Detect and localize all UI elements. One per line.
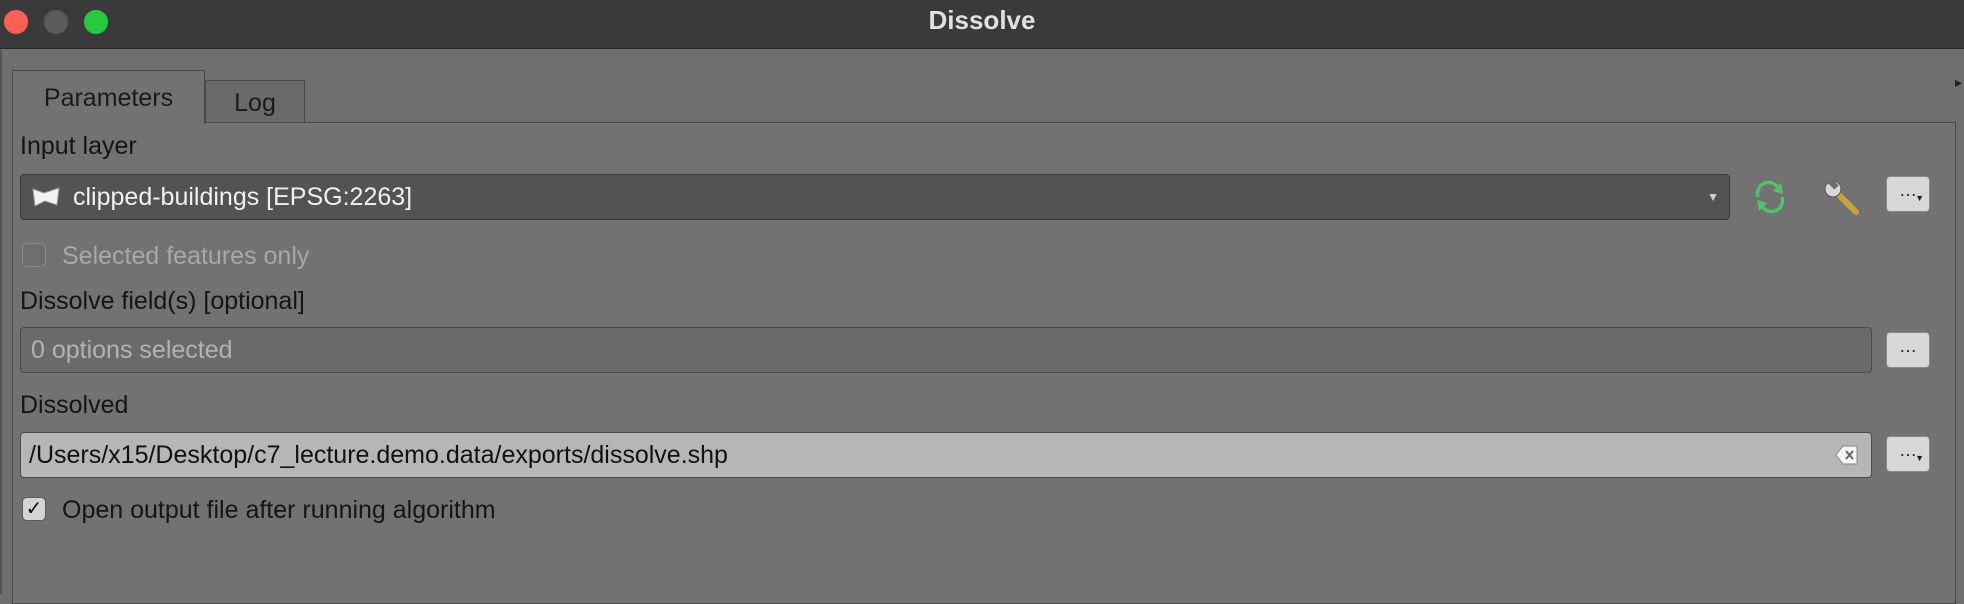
selected-features-only-label: Selected features only [62,242,310,270]
open-output-checkbox[interactable]: ✓ [22,497,46,521]
open-output-label: Open output file after running algorithm [62,496,496,524]
refresh-icon [1752,180,1788,218]
menu-arrow-icon: ▼ [1915,453,1924,463]
input-layer-value: clipped-buildings [EPSG:2263] [73,183,413,211]
advanced-options-button[interactable] [1822,178,1862,223]
dissolve-fields-placeholder: 0 options selected [31,336,233,364]
ellipsis-label: … [1899,336,1917,356]
dissolve-fields-browse-button[interactable]: … [1886,332,1930,368]
wrench-icon [1822,179,1862,222]
iterate-over-layer-button[interactable] [1752,180,1788,219]
dissolved-output-field [20,432,1872,478]
dissolve-fields-label: Dissolve field(s) [optional] [20,287,305,315]
dissolved-output-browse-button[interactable]: … ▼ [1886,436,1930,472]
input-layer-label: Input layer [20,132,137,160]
selected-features-only-checkbox[interactable] [22,243,46,267]
dissolve-fields-selector[interactable]: 0 options selected [20,327,1872,373]
tab-parameters[interactable]: Parameters [12,70,205,124]
window-frame [0,50,2,594]
title-bar: Dissolve [0,0,1964,49]
input-layer-combobox[interactable]: clipped-buildings [EPSG:2263] ▼ [20,174,1730,220]
input-layer-browse-button[interactable]: … ▼ [1886,176,1930,212]
dissolved-output-input[interactable] [21,433,1829,477]
clear-text-icon[interactable] [1835,444,1859,471]
dissolved-label: Dissolved [20,391,129,419]
tab-log[interactable]: Log [205,80,305,124]
polygon-layer-icon [31,186,61,213]
dropdown-arrow-icon: ▼ [1707,190,1719,204]
menu-arrow-icon: ▼ [1915,193,1924,203]
window-title: Dissolve [928,5,1036,35]
expand-panel-arrow-icon[interactable]: ▸ [1955,74,1962,91]
